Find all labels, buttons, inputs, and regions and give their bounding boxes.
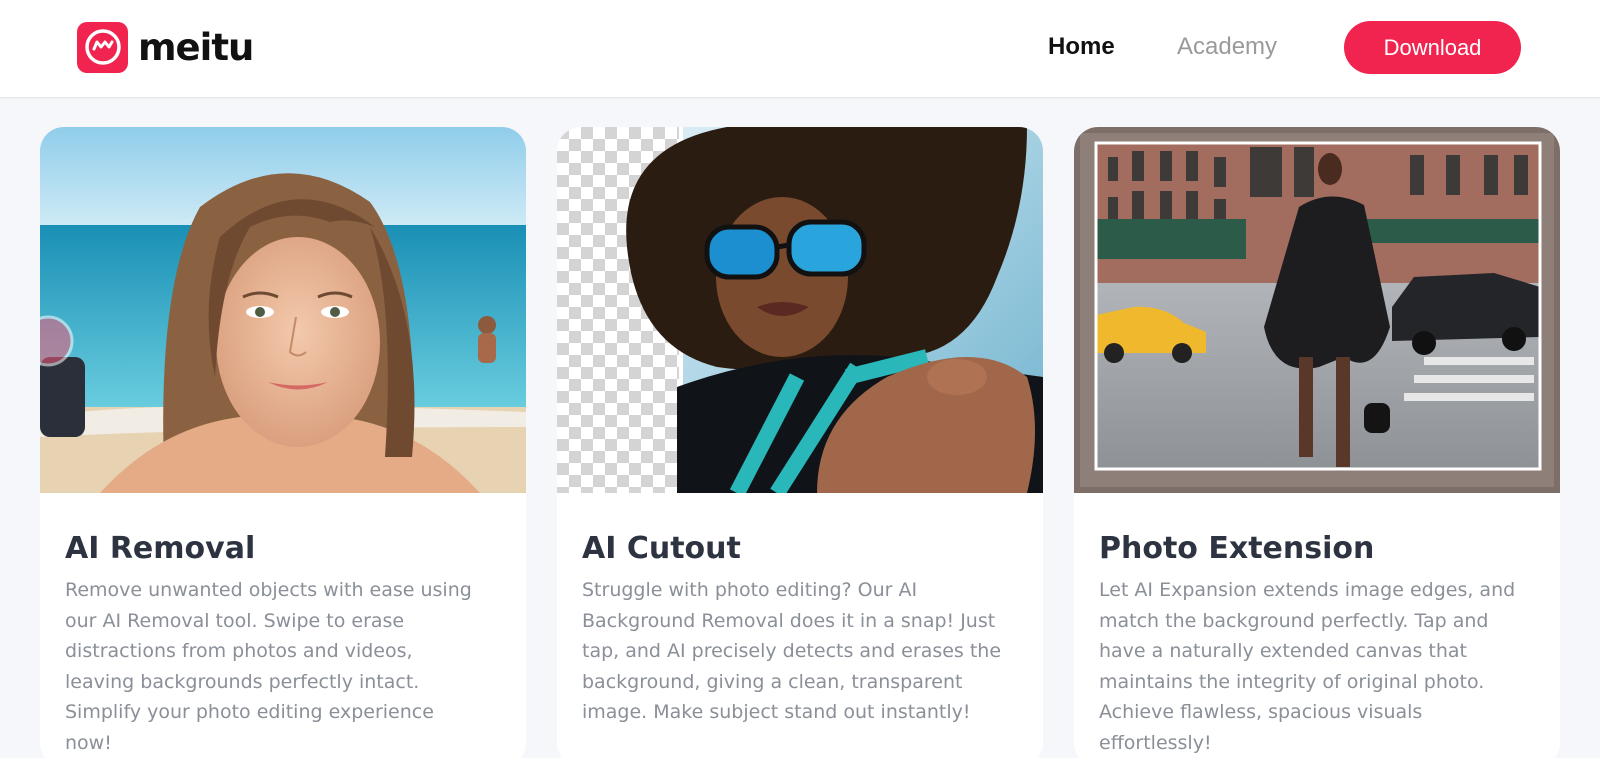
- card-description: Remove unwanted objects with ease using …: [65, 579, 472, 754]
- feature-card-ai-cutout[interactable]: AI Cutout Struggle with photo editing? O…: [557, 127, 1043, 758]
- feature-card-ai-removal[interactable]: AI Removal Remove unwanted objects with …: [40, 127, 526, 758]
- card-description: Let AI Expansion extends image edges, an…: [1099, 579, 1516, 754]
- card-title: Photo Extension: [1099, 531, 1375, 566]
- logo-wordmark: meitu: [138, 25, 254, 69]
- card-description: Struggle with photo editing? Our AI Back…: [582, 579, 1002, 723]
- nav-home[interactable]: Home: [1048, 33, 1115, 61]
- ai-cutout-image: [557, 127, 1043, 493]
- feature-card-photo-extension[interactable]: Photo Extension Let AI Expansion extends…: [1074, 127, 1560, 758]
- card-title: AI Cutout: [582, 531, 741, 566]
- card-title: AI Removal: [65, 531, 256, 566]
- site-header: meitu Home Academy Download: [0, 0, 1600, 98]
- ai-removal-image: [40, 127, 526, 493]
- photo-extension-image: [1074, 127, 1560, 493]
- meitu-logo[interactable]: meitu: [77, 21, 254, 73]
- meitu-logo-icon: [77, 21, 128, 73]
- download-button[interactable]: Download: [1344, 21, 1521, 74]
- nav-academy[interactable]: Academy: [1177, 33, 1277, 61]
